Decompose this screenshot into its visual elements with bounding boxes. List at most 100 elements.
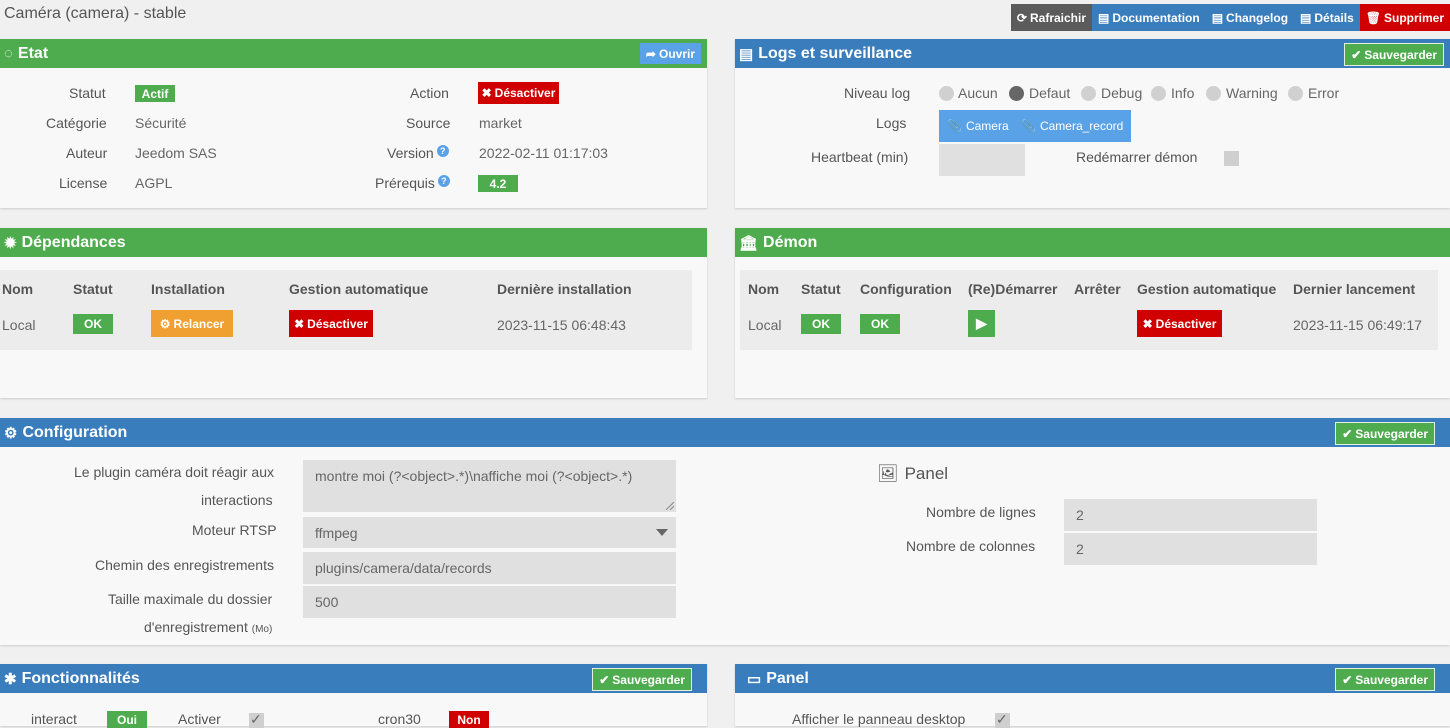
demon-th-arreter: Arrêter [1074, 281, 1121, 297]
demon-th-configuration: Configuration [860, 281, 952, 297]
demon-th-dernier: Dernier lancement [1293, 281, 1416, 297]
rtsp-select[interactable]: ffmpeg [303, 517, 676, 548]
lignes-label: Nombre de lignes [926, 504, 1036, 520]
radio-aucun[interactable] [939, 86, 954, 101]
chemin-input[interactable]: plugins/camera/data/records [303, 552, 676, 584]
check-circle-icon: ✔ [1351, 47, 1362, 62]
page-title: Caméra (camera) - stable [4, 5, 187, 22]
rtsp-label: Moteur RTSP [192, 522, 277, 538]
check-circle-icon: ✔ [599, 672, 610, 687]
etat-panel: ◌ Etat ➦ Ouvrir Statut Actif Catégorie S… [0, 39, 707, 208]
top-toolbar: ⟳ Rafraichir ▤ Documentation ▤ Changelog… [1010, 4, 1450, 31]
cogs-icon: ⚙ [4, 424, 18, 442]
demon-panel: 🏛 Démon Nom Statut Configuration (Re)Dém… [735, 228, 1450, 398]
chemin-label: Chemin des enregistrements [95, 557, 274, 573]
demon-th-gestion: Gestion automatique [1137, 281, 1277, 297]
config-header: ⚙ Configuration ✔ Sauvegarder [0, 418, 1450, 447]
radio-aucun-label: Aucun [958, 85, 998, 101]
prerequis-badge: 4.2 [478, 175, 518, 192]
license-value: AGPL [135, 175, 173, 191]
radio-info[interactable] [1151, 86, 1166, 101]
etat-header: ◌ Etat ➦ Ouvrir [0, 39, 707, 68]
check-circle-icon: ✔ [1342, 426, 1353, 441]
auteur-label: Auteur [66, 145, 108, 161]
help-icon[interactable]: ? [436, 145, 449, 157]
documentation-button[interactable]: ▤ Documentation [1092, 4, 1206, 31]
demon-th-nom: Nom [748, 281, 780, 297]
logs-header: ▤ Logs et surveillance ✔ Sauvegarder [735, 39, 1450, 68]
play-icon: ▶ [976, 315, 987, 331]
interact-badge: Oui [107, 711, 147, 728]
paperclip-icon: 📎 [1021, 119, 1036, 133]
disable-plugin-button[interactable]: ✖ Désactiver [478, 82, 559, 104]
deps-relaunch-button[interactable]: ⚙ Relancer [151, 310, 233, 337]
radio-defaut[interactable] [1009, 86, 1024, 101]
changelog-button[interactable]: ▤ Changelog [1205, 4, 1295, 31]
deps-table: Nom Statut Installation Gestion automati… [0, 270, 692, 350]
config-panel: ⚙ Configuration ✔ Sauvegarder Le plugin … [0, 418, 1450, 645]
panel2-save-button[interactable]: ✔ Sauvegarder [1335, 668, 1435, 691]
demon-config-badge: OK [860, 314, 900, 334]
prerequis-label: Prérequis? [375, 175, 450, 191]
log-camera-record-button[interactable]: 📎 Camera_record [1013, 110, 1132, 142]
share-icon: ➦ [645, 46, 656, 61]
resize-grip-icon[interactable] [666, 502, 674, 510]
deps-th-installation: Installation [151, 281, 225, 297]
panel2-panel: ▭ Panel ✔ Sauvegarder Afficher le pannea… [735, 664, 1450, 728]
heartbeat-input[interactable] [939, 144, 1025, 176]
restart-daemon-checkbox[interactable] [1224, 151, 1239, 166]
radio-error[interactable] [1288, 86, 1303, 101]
interactions-label-2: interactions [201, 492, 273, 508]
book-icon: ▤ [1300, 10, 1312, 25]
logs-save-button[interactable]: ✔ Sauvegarder [1344, 43, 1444, 66]
deps-td-derniere: 2023-11-15 06:48:43 [497, 317, 626, 333]
deps-header: ✹ Dépendances [0, 228, 707, 257]
radio-debug[interactable] [1081, 86, 1096, 101]
desktop-label: Afficher le panneau desktop [792, 711, 966, 727]
license-label: License [59, 175, 108, 191]
certificate-icon: ✹ [4, 234, 17, 252]
demon-table: Nom Statut Configuration (Re)Démarrer Ar… [740, 270, 1438, 350]
interactions-textarea[interactable]: montre moi (?<object>.*)\naffiche moi (?… [303, 460, 676, 512]
lignes-input[interactable]: 2 [1064, 499, 1317, 531]
radio-error-label: Error [1308, 85, 1340, 101]
config-save-button[interactable]: ✔ Sauvegarder [1335, 422, 1435, 445]
deps-disable-button[interactable]: ✖ Désactiver [289, 310, 373, 337]
desktop-icon: ▭ [747, 670, 762, 688]
delete-button[interactable]: 🗑 Supprimer [1359, 4, 1450, 31]
fonct-save-button[interactable]: ✔ Sauvegarder [592, 668, 692, 691]
interact-label: interact [31, 711, 77, 727]
deps-th-nom: Nom [2, 281, 34, 297]
help-icon[interactable]: ? [437, 175, 450, 187]
radio-warning-label: Warning [1226, 85, 1278, 101]
file-icon: ▤ [739, 45, 754, 63]
demon-th-redemarrer: (Re)Démarrer [968, 281, 1058, 297]
refresh-icon: ⟳ [1016, 10, 1027, 25]
circle-notch-icon: ◌ [4, 45, 13, 62]
demon-status-badge: OK [801, 314, 841, 334]
activer-label: Activer [178, 711, 221, 727]
fonct-panel: ✱ Fonctionnalités ✔ Sauvegarder interact… [0, 664, 707, 728]
university-icon: 🏛 [739, 234, 759, 252]
interactions-label-1: Le plugin caméra doit réagir aux [74, 464, 275, 480]
demon-disable-button[interactable]: ✖ Désactiver [1137, 310, 1222, 337]
colonnes-input[interactable]: 2 [1064, 533, 1317, 565]
paperclip-icon: 📎 [947, 119, 962, 133]
image-icon: 🖼 [877, 464, 899, 483]
cron-badge: Non [449, 711, 489, 728]
puzzle-icon: ✱ [4, 670, 17, 688]
demon-start-button[interactable]: ▶ [968, 310, 995, 337]
log-camera-button[interactable]: 📎 Camera [939, 110, 1017, 142]
details-button[interactable]: ▤ Détails [1294, 4, 1360, 31]
radio-warning[interactable] [1206, 86, 1221, 101]
fonct-header: ✱ Fonctionnalités ✔ Sauvegarder [0, 664, 707, 693]
categorie-value: Sécurité [135, 115, 187, 131]
refresh-button[interactable]: ⟳ Rafraichir [1010, 4, 1093, 31]
open-button[interactable]: ➦ Ouvrir [639, 43, 701, 64]
source-value: market [479, 115, 522, 131]
version-label: Version? [387, 145, 449, 161]
book-icon: ▤ [1211, 10, 1224, 25]
demon-td-dernier: 2023-11-15 06:49:17 [1293, 317, 1422, 333]
deps-status-badge: OK [73, 314, 113, 334]
taille-input[interactable]: 500 [303, 586, 676, 618]
